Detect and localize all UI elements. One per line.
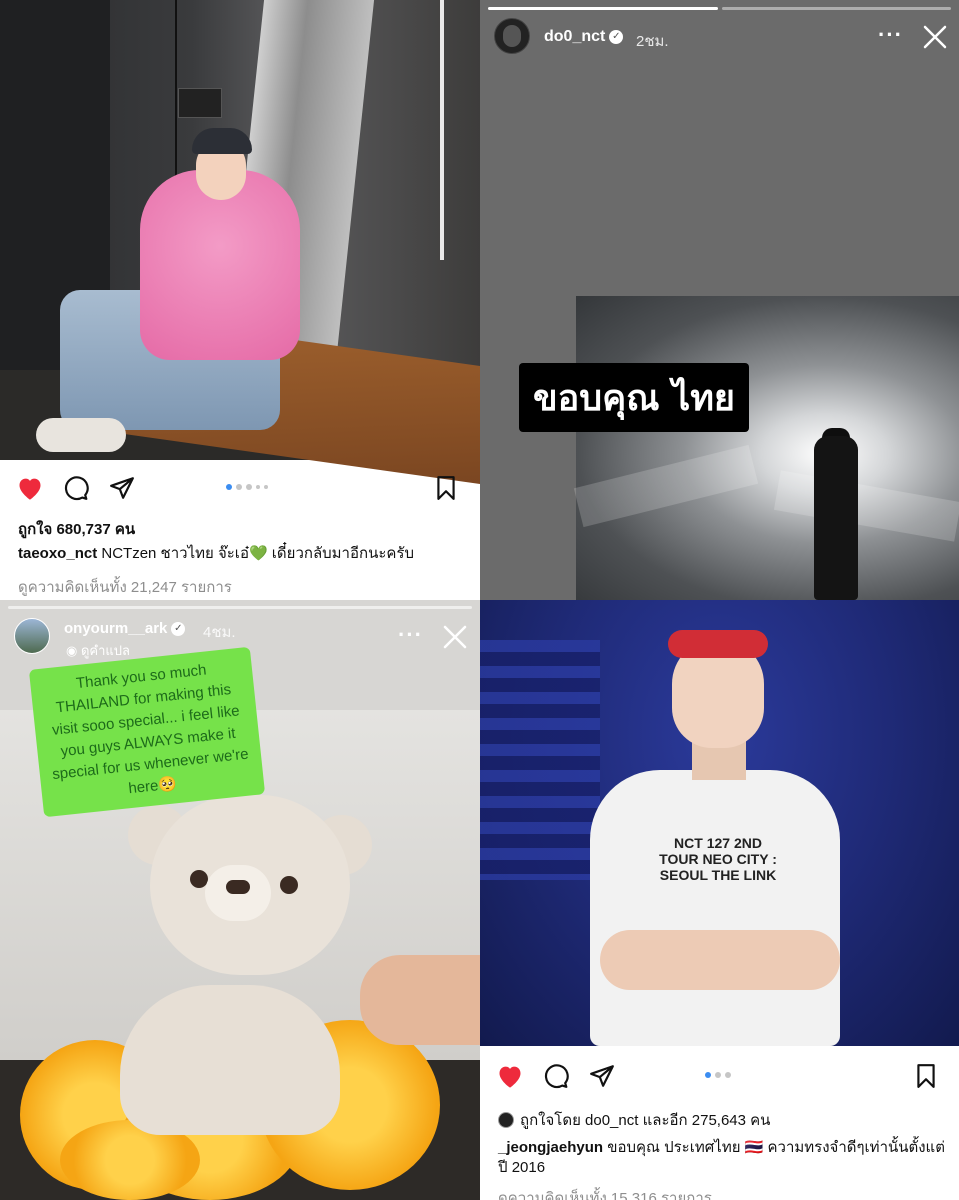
post-caption: _jeongjaehyun ขอบคุณ ประเทศไทย 🇹🇭 ความทร… — [498, 1138, 948, 1178]
carousel-dots — [705, 1072, 731, 1078]
story-onyourm-ark: onyourm__ark ✓ 4ชม. ◉ ดูคำแปล ··· Thank y… — [0, 600, 480, 1200]
comment-icon[interactable] — [542, 1062, 570, 1090]
post-taeoxo: ถูกใจ 680,737 คน taeoxo_nct NCTzen ชาวไท… — [0, 0, 480, 600]
post-caption: taeoxo_nct NCTzen ชาวไทย จ๊ะเอ๋💚 เดี๋ยวก… — [18, 544, 414, 564]
shirt-print: NCT 127 2ND TOUR NEO CITY : SEOUL THE LI… — [659, 835, 777, 883]
post-photo[interactable] — [0, 0, 480, 485]
post-actions — [480, 1050, 959, 1100]
liked-by[interactable]: ถูกใจโดย do0_nct และอีก 275,643 คน — [498, 1108, 770, 1132]
story-progress — [488, 7, 951, 10]
story-username-text[interactable]: onyourm__ark — [64, 620, 167, 637]
avatar[interactable] — [14, 618, 50, 654]
verified-icon: ✓ — [171, 622, 186, 637]
story-do0-nct: do0_nct ✓ 2ชม. ··· ขอบคุณ ไทย — [480, 0, 959, 600]
story-text-note: Thank you so much THAILAND for making th… — [28, 646, 266, 818]
share-icon[interactable] — [588, 1062, 616, 1090]
translate-icon: ◉ — [66, 643, 81, 658]
more-icon[interactable]: ··· — [398, 622, 423, 648]
caption-text: NCTzen ชาวไทย จ๊ะเอ๋💚 เดี๋ยวกลับมาอีกนะค… — [97, 545, 414, 562]
close-icon[interactable] — [442, 624, 468, 650]
bookmark-icon[interactable] — [432, 474, 460, 502]
translate-label[interactable]: ดูคำแปล — [81, 643, 130, 658]
like-count[interactable]: ถูกใจโดย do0_nct และอีก 275,643 คน — [520, 1108, 770, 1132]
like-count[interactable]: ถูกใจ 680,737 คน — [18, 517, 135, 541]
story-username-text[interactable]: do0_nct — [544, 28, 605, 45]
view-comments-link[interactable]: ดูความคิดเห็นทั้ง 21,247 รายการ — [18, 575, 232, 599]
close-icon[interactable] — [922, 24, 948, 50]
post-actions — [0, 462, 480, 512]
carousel-dots — [226, 484, 268, 490]
story-photo — [573, 296, 959, 600]
post-jeongjaehyun: NCT 127 2ND TOUR NEO CITY : SEOUL THE LI… — [480, 600, 959, 1200]
translate-link[interactable]: ◉ ดูคำแปล — [66, 640, 130, 661]
teddy-bear — [120, 985, 340, 1135]
verified-icon: ✓ — [609, 29, 624, 44]
story-progress — [8, 606, 472, 609]
share-icon[interactable] — [108, 474, 136, 502]
avatar — [498, 1112, 514, 1128]
heart-icon[interactable] — [496, 1062, 524, 1090]
bookmark-icon[interactable] — [912, 1062, 940, 1090]
caption-username[interactable]: _jeongjaehyun — [498, 1139, 603, 1156]
story-username[interactable]: do0_nct ✓ — [544, 28, 624, 46]
caption-username[interactable]: taeoxo_nct — [18, 545, 97, 562]
view-comments-link[interactable]: ดูความคิดเห็นทั้ง 15,316 รายการ — [498, 1186, 712, 1200]
heart-icon[interactable] — [16, 474, 44, 502]
story-time: 2ชม. — [636, 33, 669, 50]
comment-icon[interactable] — [62, 474, 90, 502]
post-photo[interactable]: NCT 127 2ND TOUR NEO CITY : SEOUL THE LI… — [480, 600, 959, 1046]
story-username[interactable]: onyourm__ark ✓ — [64, 620, 186, 637]
story-text-sticker: ขอบคุณ ไทย — [519, 363, 750, 432]
avatar[interactable] — [494, 18, 530, 54]
more-icon[interactable]: ··· — [878, 22, 903, 48]
story-time: 4ชม. — [203, 624, 236, 641]
